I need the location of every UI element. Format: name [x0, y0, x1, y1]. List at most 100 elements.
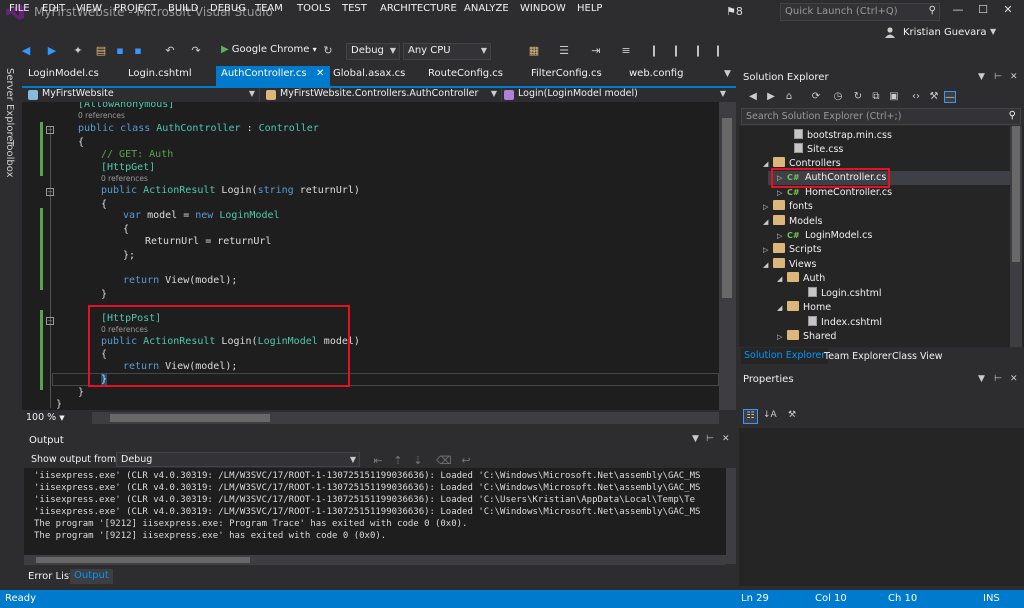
refresh-icon[interactable]: ↻ [322, 45, 334, 57]
menu-view[interactable]: VIEW [76, 3, 102, 14]
start-debugging-button[interactable]: ▶ Google Chrome ▾ [221, 44, 317, 55]
close-tab-icon[interactable]: ✕ [316, 68, 324, 79]
class-nav-select[interactable]: MyFirstWebsite.Controllers.AuthControlle… [262, 88, 502, 102]
collapse-icon[interactable]: − [46, 126, 54, 134]
menu-help[interactable]: HELP [577, 3, 602, 14]
output-text-area[interactable]: 'iisexpress.exe' (CLR v4.0.30319: /LM/W3… [24, 468, 726, 555]
forward-icon[interactable]: ▶ [46, 45, 58, 57]
collapsed-arrow-icon[interactable]: ▷ [777, 186, 787, 200]
output-source-select[interactable]: Debug ▼ [116, 452, 360, 467]
chevron-down-icon[interactable]: ▼ [990, 27, 996, 36]
codelens-references[interactable]: 0 references [101, 174, 148, 184]
quick-launch-input[interactable]: Quick Launch (Ctrl+Q) ⚲ [780, 3, 940, 21]
close-panel-icon[interactable]: ✕ [1010, 72, 1018, 82]
toolbox-tab[interactable]: Toolbox [4, 140, 15, 178]
close-panel-icon[interactable]: ✕ [722, 434, 730, 444]
editor-vertical-scroll-thumb[interactable] [722, 118, 732, 298]
menu-project[interactable]: PROJECT [114, 3, 157, 14]
open-file-icon[interactable]: ▤ [95, 45, 107, 57]
alphabetical-sort-icon[interactable]: ↓A [763, 410, 777, 420]
tree-item-site-css[interactable]: Site.css [794, 143, 843, 157]
find-in-files-icon[interactable]: ▦ [528, 45, 540, 57]
refresh-icon[interactable]: ↻ [852, 91, 864, 103]
menu-debug[interactable]: DEBUG [210, 3, 246, 14]
forward-icon[interactable]: ▶ [765, 91, 777, 103]
close-window-button[interactable]: ✕ [995, 3, 1021, 21]
panel-menu-icon[interactable]: ▼ [692, 434, 699, 444]
expanded-arrow-icon[interactable]: ◢ [763, 215, 773, 229]
collapsed-arrow-icon[interactable]: ▷ [763, 200, 773, 214]
show-all-files-icon[interactable]: ▣ [888, 91, 900, 103]
prev-message-icon[interactable]: ⇡ [392, 455, 404, 467]
menu-team[interactable]: TEAM [255, 3, 283, 14]
tree-item-fonts[interactable]: ▷ fonts [763, 200, 813, 214]
home-icon[interactable]: ⌂ [783, 91, 795, 103]
menu-analyze[interactable]: ANALYZE [464, 3, 509, 14]
properties-icon[interactable]: ⚒ [928, 91, 940, 103]
expanded-arrow-icon[interactable]: ◢ [777, 272, 787, 286]
tree-item-auth[interactable]: ◢ Auth [777, 272, 825, 286]
find-message-icon[interactable]: ⇤ [372, 455, 384, 467]
platform-select[interactable]: Any CPU ▼ [403, 43, 491, 60]
maximize-button[interactable]: ☐ [970, 3, 996, 21]
menu-architecture[interactable]: ARCHITECTURE [380, 3, 457, 14]
clear-all-icon[interactable]: ⌫ [436, 455, 452, 467]
comment-icon[interactable]: ≡ [620, 45, 632, 57]
tab-filterconfig[interactable]: FilterConfig.cs [531, 68, 602, 79]
tab-output[interactable]: Output [70, 569, 113, 584]
collapse-all-icon[interactable]: ⧉ [870, 91, 882, 103]
save-all-icon[interactable]: ▪ [132, 45, 144, 57]
tree-item-homecontroller[interactable]: ▷ C# HomeController.cs [777, 186, 892, 200]
save-icon[interactable]: ▪ [114, 45, 126, 57]
member-nav-select[interactable]: Login(LoginModel model) ▼ [500, 88, 730, 102]
pin-icon[interactable]: ⊢ [994, 72, 1002, 82]
tree-item-scripts[interactable]: ▷ Scripts [763, 243, 822, 257]
close-panel-icon[interactable]: ✕ [1010, 374, 1018, 384]
new-project-icon[interactable]: ✦ [72, 45, 84, 57]
editor-horizontal-scroll-thumb[interactable] [110, 414, 270, 422]
redo-icon[interactable]: ↷ [190, 45, 202, 57]
user-account-menu[interactable]: Kristian Guevara [903, 27, 987, 38]
bookmark-icon[interactable]: ❙ [648, 45, 660, 57]
categorized-icon[interactable]: ☷ [743, 409, 758, 424]
view-code-icon[interactable]: ‹› [910, 91, 922, 103]
collapsed-arrow-icon[interactable]: ▷ [777, 229, 787, 243]
panel-menu-icon[interactable]: ▼ [978, 72, 985, 82]
clear-bookmarks-icon[interactable]: ❙ [712, 45, 724, 57]
collapse-icon[interactable]: − [46, 188, 54, 196]
expanded-arrow-icon[interactable]: ◢ [763, 258, 773, 272]
tab-loginmodel[interactable]: LoginModel.cs [28, 68, 99, 79]
tree-item-shared[interactable]: ▷ Shared [777, 330, 836, 344]
zoom-level-select[interactable]: 100 % ▼ [22, 410, 92, 426]
preview-icon[interactable]: — [944, 91, 956, 103]
solution-tree-scroll-thumb[interactable] [1012, 126, 1020, 262]
tree-item-index-cshtml[interactable]: Index.cshtml [808, 316, 882, 330]
server-explorer-tab[interactable]: Server Explorer [4, 68, 15, 146]
menu-window[interactable]: WINDOW [520, 3, 566, 14]
tab-solution-explorer[interactable]: Solution Explorer [741, 348, 829, 364]
tree-item-loginmodel[interactable]: ▷ C# LoginModel.cs [777, 229, 872, 243]
format-icon[interactable]: ☰ [558, 45, 570, 57]
prev-bookmark-icon[interactable]: ❙ [670, 45, 682, 57]
tab-login-cshtml[interactable]: Login.cshtml [128, 68, 192, 79]
collapse-icon[interactable]: − [46, 317, 54, 325]
back-icon[interactable]: ◀ [747, 91, 759, 103]
pin-icon[interactable]: ⊢ [706, 434, 714, 444]
codelens-references[interactable]: 0 references [78, 111, 125, 121]
menu-file[interactable]: FILE [9, 3, 30, 14]
output-horizontal-scroll-thumb[interactable] [36, 557, 250, 563]
tab-class-view[interactable]: Class View [892, 351, 943, 362]
collapsed-arrow-icon[interactable]: ▷ [763, 243, 773, 257]
tree-item-views[interactable]: ◢ Views [763, 258, 817, 272]
output-vertical-scrollbar[interactable] [726, 468, 736, 564]
solution-search-input[interactable]: Search Solution Explorer (Ctrl+;) ⚲ [741, 108, 1021, 125]
tab-web-config[interactable]: web.config [629, 68, 683, 79]
tab-team-explorer[interactable]: Team Explorer [824, 351, 892, 362]
expanded-arrow-icon[interactable]: ◢ [777, 301, 787, 315]
menu-tools[interactable]: TOOLS [297, 3, 331, 14]
tab-error-list[interactable]: Error List [28, 571, 73, 582]
project-nav-select[interactable]: MyFirstWebsite ▼ [24, 88, 260, 102]
tab-global-asax[interactable]: Global.asax.cs [333, 68, 405, 79]
tab-routeconfig[interactable]: RouteConfig.cs [428, 68, 503, 79]
word-wrap-icon[interactable]: ↩ [460, 455, 472, 467]
